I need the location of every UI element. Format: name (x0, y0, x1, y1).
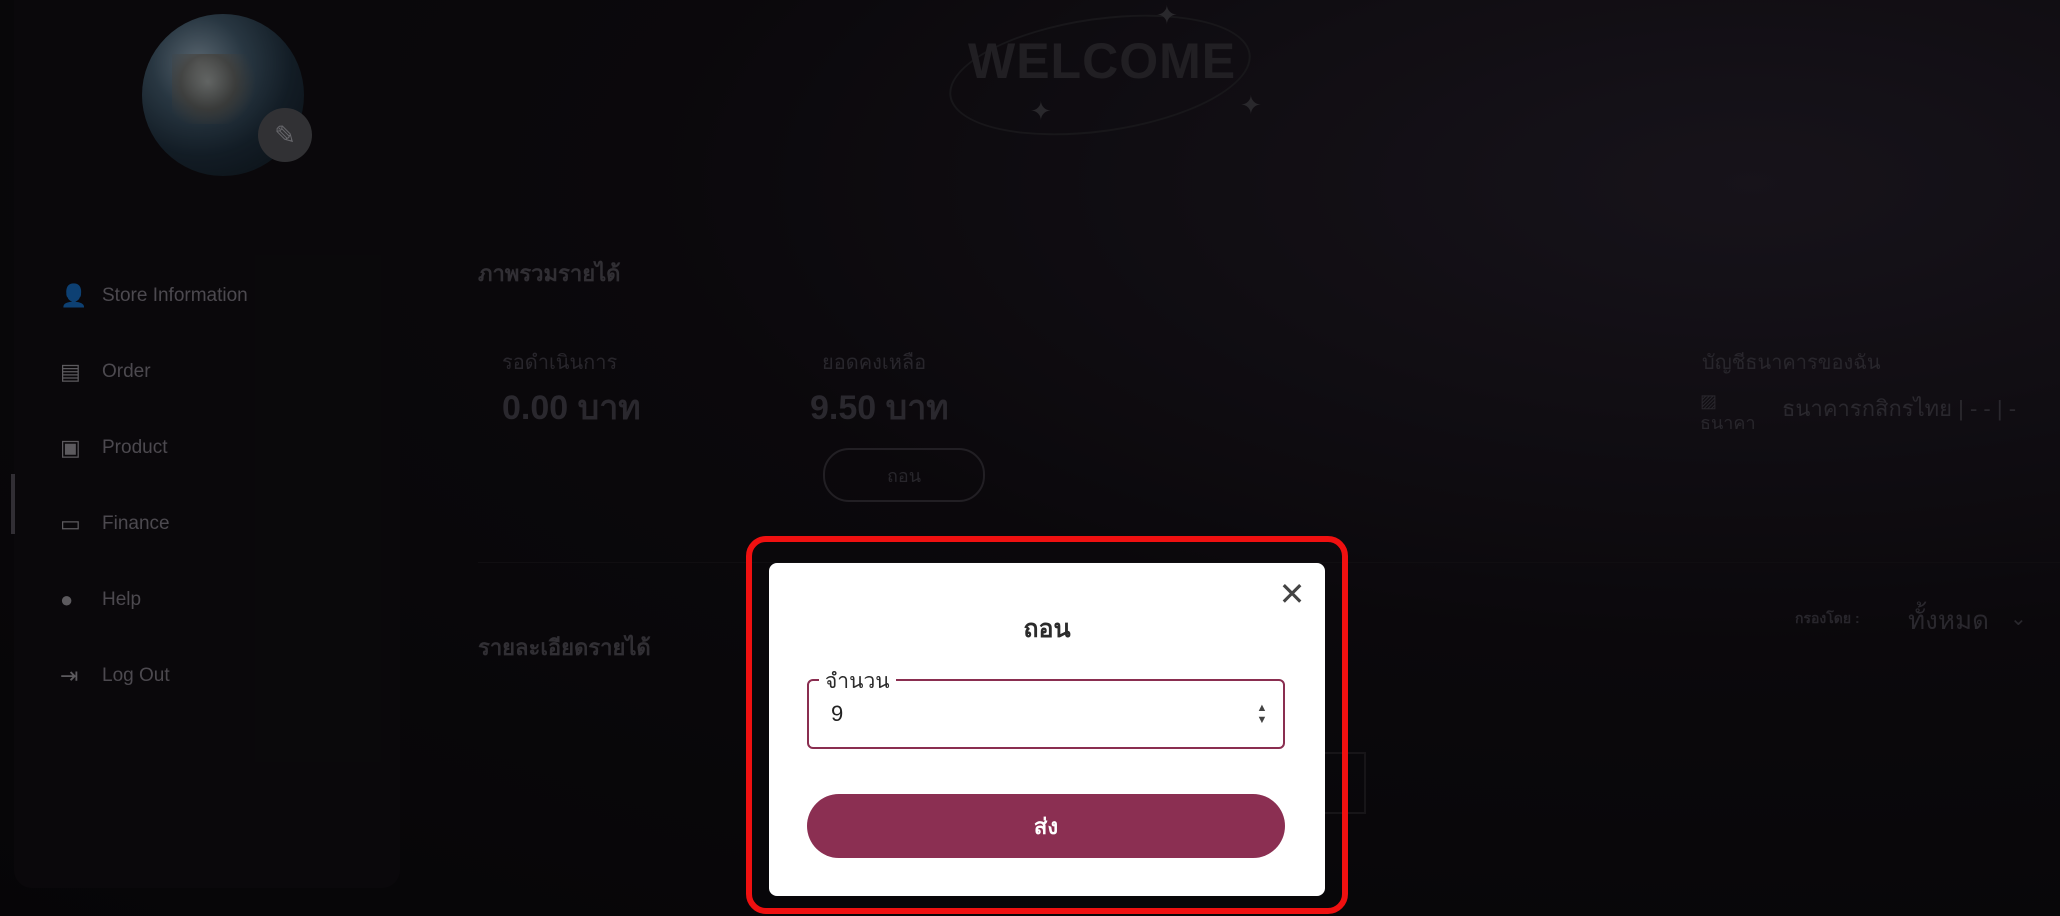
increment-icon[interactable]: ▲ (1257, 702, 1268, 714)
withdraw-modal: ✕ ถอน จำนวน ▲ ▼ ส่ง (769, 563, 1325, 896)
modal-title: ถอน (1023, 615, 1071, 643)
amount-field[interactable]: จำนวน ▲ ▼ (807, 665, 1285, 749)
amount-input[interactable] (831, 701, 1211, 727)
amount-field-label: จำนวน (819, 665, 896, 698)
decrement-icon[interactable]: ▼ (1257, 714, 1268, 726)
close-icon[interactable]: ✕ (1275, 577, 1309, 611)
submit-button[interactable]: ส่ง (807, 794, 1285, 858)
number-spinner[interactable]: ▲ ▼ (1255, 699, 1269, 729)
